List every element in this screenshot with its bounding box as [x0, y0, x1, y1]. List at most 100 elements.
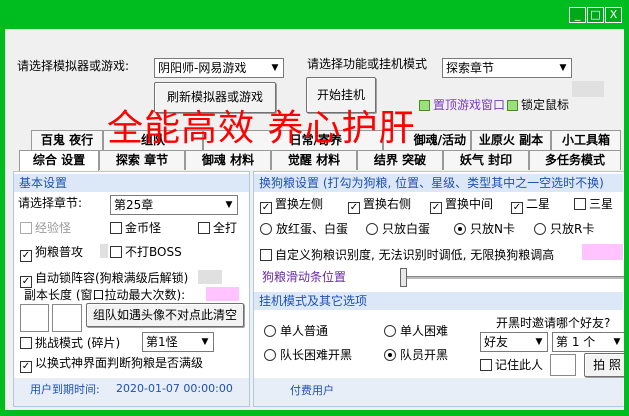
checkbox-icon [198, 222, 210, 234]
fodder-option[interactable]: ✓ 狗粮普攻 [20, 243, 83, 262]
exp-option[interactable]: 经验怪 [20, 219, 71, 236]
tab-awaken-material[interactable]: 觉醒 材料 [271, 150, 357, 170]
star3-label: 三星 [589, 197, 614, 211]
expire-label: 用户到期时间: [30, 383, 100, 396]
tab-multitask[interactable]: 多任务模式 [529, 150, 621, 170]
copy-length-label: 副本长度 (窗口拉动最大次数): [24, 288, 186, 302]
slider-track[interactable] [402, 276, 624, 279]
challenge-select[interactable]: 第1怪 ▼ [142, 332, 214, 352]
mode-select[interactable]: 探索章节 ▼ [442, 58, 572, 78]
tab-breakthrough[interactable]: 结界 突破 [357, 150, 443, 170]
tab-yuhun-material[interactable]: 御魂 材料 [185, 150, 271, 170]
checkbox-checked-icon: ✓ [348, 202, 360, 214]
tab-explore[interactable]: 探索 章节 [99, 150, 185, 170]
white-egg-option[interactable]: 只放白蛋 [366, 220, 430, 237]
client-area: 请选择模拟器或游戏: 阴阳师-网易游戏 ▼ 请选择功能或挂机模式 探索章节 ▼ … [5, 29, 624, 410]
noboss-label: 不打BOSS [125, 245, 182, 259]
lock-mouse-label: 锁定鼠标 [521, 98, 570, 112]
party-clear-button[interactable]: 组队如遇头像不对点此清空 [86, 303, 244, 327]
chapter-select-value: 第25章 [114, 198, 154, 212]
tab-toolbox[interactable]: 小工具箱 [551, 130, 621, 150]
expire-value: 2020-01-07 00:00:00 [116, 382, 233, 395]
close-button[interactable]: X [605, 7, 622, 23]
checkbox-checked-icon: ✓ [260, 202, 272, 214]
pos-mid-label: 置换中间 [445, 197, 494, 211]
radio-icon [264, 325, 276, 337]
white-egg-label: 只放白蛋 [382, 222, 431, 236]
red-white-egg-option[interactable]: 放红蛋、白蛋 [260, 220, 348, 237]
pos-left-option[interactable]: ✓ 置换左侧 [260, 195, 323, 214]
solo-hard-label: 单人困难 [400, 324, 449, 338]
leader-hard-option[interactable]: 队长困难开黑 [264, 346, 352, 363]
radio-icon [534, 223, 546, 235]
emulator-select[interactable]: 阴阳师-网易游戏 ▼ [154, 58, 284, 78]
radio-icon [260, 223, 272, 235]
checkbox-icon [20, 222, 32, 234]
solo-normal-option[interactable]: 单人普通 [264, 322, 328, 339]
star2-option[interactable]: ✓ 二星 [511, 195, 550, 214]
checkbox-icon [110, 246, 122, 258]
fodder-swap-title: 换狗粮设置 (打勾为狗粮, 位置、星级、类型其中之一空选时不换) [254, 174, 623, 192]
pos-right-option[interactable]: ✓ 置换右侧 [348, 195, 411, 214]
checkbox-checked-icon: ✓ [20, 361, 32, 373]
checkbox-icon [574, 198, 586, 210]
pink-field [582, 244, 623, 260]
tab-general-settings[interactable]: 综合 设置 [19, 150, 99, 172]
judge-option[interactable]: ✓ 以换式神界面判断狗粮是否满级 [20, 354, 203, 373]
chevron-down-icon: ▼ [555, 59, 571, 77]
n-card-label: 只放N卡 [470, 222, 515, 236]
basic-settings-title: 基本设置 [14, 174, 249, 192]
member-option[interactable]: 队员开黑 [384, 346, 448, 363]
n-card-option[interactable]: 只放N卡 [454, 220, 515, 237]
slider-handle[interactable] [400, 268, 407, 287]
chapter-label: 请选择章节: [18, 196, 83, 210]
minimize-button[interactable]: _ [569, 7, 586, 23]
copy-length-input-1[interactable] [20, 304, 49, 332]
pos-mid-option[interactable]: ✓ 置换中间 [430, 195, 493, 214]
radio-icon [366, 223, 378, 235]
gray-field [100, 244, 108, 258]
gray-field [572, 81, 604, 97]
checkbox-icon [20, 337, 32, 349]
pin-window-option[interactable]: 置顶游戏窗口 [419, 96, 505, 113]
checkbox-icon [110, 222, 122, 234]
lock-mouse-option[interactable]: 锁定鼠标 [507, 96, 569, 113]
restore-button[interactable]: □ [587, 7, 604, 23]
remember-option[interactable]: 记住此人 [480, 356, 543, 373]
remember-input[interactable] [550, 354, 576, 376]
challenge-option[interactable]: 挑战模式 (碎片) [20, 334, 120, 351]
star3-option[interactable]: 三星 [574, 195, 613, 212]
all-option[interactable]: 全打 [198, 219, 237, 236]
tab-baigui[interactable]: 百鬼 夜行 [31, 130, 103, 150]
radio-icon [384, 325, 396, 337]
gray-field [198, 270, 222, 284]
solo-normal-label: 单人普通 [280, 324, 329, 338]
friend-select[interactable]: 好友 ▼ [480, 332, 548, 352]
solo-hard-option[interactable]: 单人困难 [384, 322, 448, 339]
friend-number-select[interactable]: 第 1 个 ▼ [552, 332, 624, 352]
r-card-label: 只放R卡 [550, 222, 595, 236]
chevron-down-icon: ▼ [267, 59, 283, 77]
custom-recognition-label: 自定义狗粮识别度, 无法识别时调低, 无限换狗粮调高 [275, 248, 555, 262]
invite-label: 开黑时邀请哪个好友? [496, 316, 611, 330]
basic-settings-panel: 基本设置 请选择章节: 第25章 ▼ 经验怪 金币怪 全打 ✓ 狗粮普攻 不打BO… [13, 171, 250, 407]
r-card-option[interactable]: 只放R卡 [534, 220, 594, 237]
slider-label: 狗粮滑动条位置 [262, 270, 347, 284]
photo-button[interactable]: 拍 照 [584, 353, 624, 377]
copy-length-input-2[interactable] [52, 304, 82, 332]
gold-option[interactable]: 金币怪 [110, 219, 161, 236]
tab-demon-seal[interactable]: 妖气 封印 [443, 150, 529, 170]
tab-yeyuanhuo[interactable]: 业原火 副本 [471, 130, 551, 150]
app-window: _ □ X 请选择模拟器或游戏: 阴阳师-网易游戏 ▼ 请选择功能或挂机模式 探… [0, 0, 629, 416]
custom-recognition-option[interactable]: 自定义狗粮识别度, 无法识别时调低, 无限换狗粮调高 [260, 246, 554, 263]
chapter-select[interactable]: 第25章 ▼ [110, 195, 238, 215]
friend-select-value: 好友 [484, 335, 509, 349]
emulator-select-value: 阴阳师-网易游戏 [158, 61, 247, 75]
hang-mode-title: 挂机模式及其它选项 [254, 292, 623, 310]
mode-select-value: 探索章节 [446, 61, 495, 75]
red-white-egg-label: 放红蛋、白蛋 [276, 222, 349, 236]
radio-selected-icon [384, 349, 396, 361]
chevron-down-icon: ▼ [609, 333, 624, 351]
judge-label: 以换式神界面判断狗粮是否满级 [35, 356, 204, 370]
noboss-option[interactable]: 不打BOSS [110, 243, 182, 260]
